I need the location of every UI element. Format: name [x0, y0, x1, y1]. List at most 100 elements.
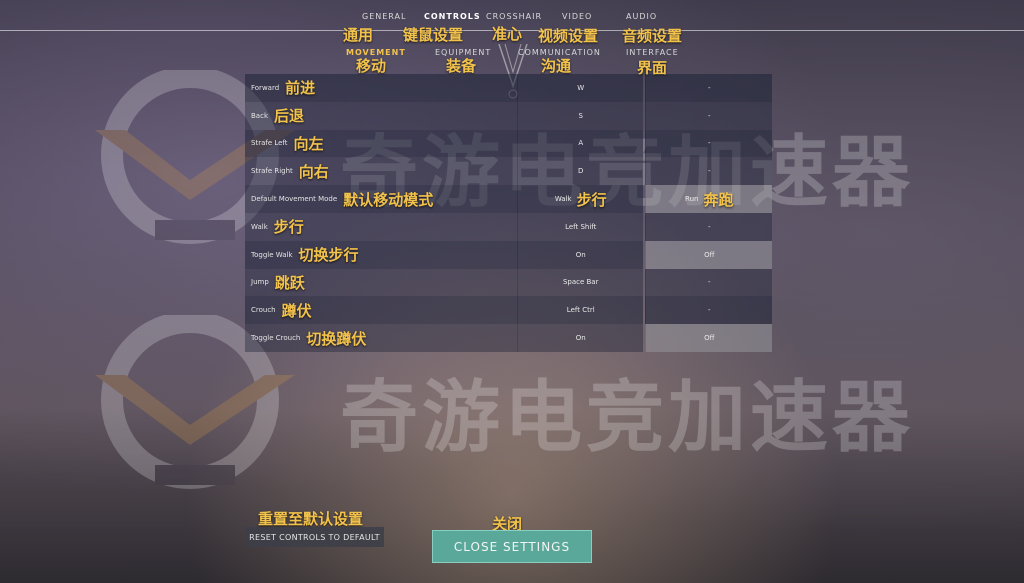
binding-label: Jump	[251, 278, 269, 287]
table-row: Jump 跳跃 Space Bar -	[245, 268, 772, 297]
subtab-movement-cn: 移动	[356, 57, 387, 75]
primary-key-value-cn: 步行	[576, 190, 607, 209]
binding-name: Strafe Right 向右	[245, 157, 517, 186]
binding-name: Toggle Crouch 切换蹲伏	[245, 324, 517, 352]
secondary-key-value: -	[707, 111, 711, 120]
reset-controls-button[interactable]: RESET CONTROLS TO DEFAULT	[245, 527, 384, 547]
subtab-equipment-cn: 装备	[446, 57, 477, 75]
secondary-key-slot[interactable]: -	[645, 268, 772, 297]
watermark-text: 奇游电竞加速器	[340, 373, 915, 463]
secondary-key-value: -	[707, 278, 711, 287]
secondary-key-value: -	[707, 139, 711, 148]
tab-general[interactable]: GENERAL	[362, 12, 406, 21]
secondary-key-value: Off	[704, 250, 715, 259]
table-row: Strafe Left 向左 A -	[245, 129, 772, 158]
table-row: Back 后退 S -	[245, 101, 772, 130]
tab-controls[interactable]: CONTROLS	[424, 12, 481, 21]
primary-key-slot[interactable]: W	[516, 74, 644, 102]
primary-key-slot[interactable]: A	[516, 129, 644, 158]
primary-key-value: Left Ctrl	[566, 306, 595, 315]
binding-label: Toggle Walk	[251, 250, 293, 259]
binding-label-cn: 跳跃	[274, 273, 305, 292]
binding-label-cn: 向左	[293, 134, 324, 153]
binding-label: Back	[251, 111, 268, 120]
binding-label-cn: 向右	[298, 162, 329, 181]
primary-key-value: S	[578, 111, 583, 120]
toggle-crouch-off-option[interactable]: Off	[645, 324, 772, 352]
primary-key-value: Space Bar	[562, 278, 599, 287]
secondary-key-slot[interactable]: -	[645, 212, 772, 241]
secondary-key-value: Run	[685, 195, 699, 204]
secondary-key-value: -	[707, 83, 711, 92]
binding-label: Crouch	[251, 306, 276, 315]
secondary-key-value: -	[707, 167, 711, 176]
table-row: Forward 前进 W -	[245, 74, 772, 102]
binding-label-cn: 切换蹲伏	[306, 329, 367, 348]
table-row: Crouch 蹲伏 Left Ctrl -	[245, 296, 772, 325]
binding-label: Strafe Right	[251, 167, 293, 176]
tab-controls-cn: 键鼠设置	[403, 26, 464, 44]
primary-key-value: W	[577, 83, 585, 92]
tab-crosshair[interactable]: CROSSHAIR	[486, 12, 542, 21]
binding-name: Walk 步行	[245, 212, 517, 241]
binding-label: Forward	[251, 83, 280, 92]
tab-crosshair-cn: 准心	[492, 25, 523, 43]
secondary-key-value: Off	[704, 334, 715, 343]
binding-label: Toggle Crouch	[251, 334, 301, 343]
reset-label-cn: 重置至默认设置	[258, 510, 364, 528]
close-settings-button[interactable]: CLOSE SETTINGS	[432, 530, 592, 563]
toggle-crouch-on-option[interactable]: On	[516, 324, 644, 352]
binding-name: Default Movement Mode 默认移动模式	[245, 185, 517, 213]
toggle-walk-off-option[interactable]: Off	[645, 240, 772, 269]
secondary-key-value-cn: 奔跑	[703, 190, 734, 209]
tab-audio-cn: 音频设置	[622, 27, 683, 45]
secondary-key-slot[interactable]: -	[645, 129, 772, 158]
subtab-communication-cn: 沟通	[541, 57, 572, 75]
secondary-key-slot[interactable]: -	[645, 101, 772, 130]
primary-key-slot[interactable]: D	[516, 157, 644, 186]
secondary-key-value: -	[707, 306, 711, 315]
tab-video-cn: 视频设置	[538, 27, 599, 45]
secondary-key-slot[interactable]: -	[645, 74, 772, 102]
primary-key-value: Left Shift	[565, 222, 597, 231]
binding-label-cn: 前进	[285, 79, 316, 98]
binding-label: Walk	[251, 222, 268, 231]
primary-key-value: On	[575, 250, 586, 259]
tab-audio[interactable]: AUDIO	[626, 12, 657, 21]
primary-key-slot[interactable]: S	[516, 101, 644, 130]
toggle-walk-on-option[interactable]: On	[516, 240, 644, 269]
binding-name: Jump 跳跃	[245, 268, 517, 297]
binding-label: Default Movement Mode	[251, 195, 338, 204]
table-row: Toggle Walk 切换步行 On Off	[245, 240, 772, 269]
keybind-table: Forward 前进 W - Back 后退 S - Strafe Left 向…	[245, 74, 772, 352]
binding-label-cn: 切换步行	[298, 246, 359, 265]
primary-key-value: On	[575, 334, 586, 343]
tab-general-cn: 通用	[343, 26, 374, 44]
binding-label-cn: 后退	[274, 107, 305, 126]
table-row: Default Movement Mode 默认移动模式 Walk 步行 Run…	[245, 185, 772, 213]
tab-video[interactable]: VIDEO	[562, 12, 592, 21]
table-row: Toggle Crouch 切换蹲伏 On Off	[245, 324, 772, 352]
binding-name: Toggle Walk 切换步行	[245, 240, 517, 269]
movement-mode-walk-option[interactable]: Walk 步行	[516, 185, 644, 213]
secondary-key-slot[interactable]: -	[645, 296, 772, 325]
binding-label-cn: 步行	[273, 218, 304, 237]
secondary-key-slot[interactable]: -	[645, 157, 772, 186]
secondary-key-value: -	[707, 222, 711, 231]
binding-name: Strafe Left 向左	[245, 129, 517, 158]
primary-key-value: A	[578, 139, 584, 148]
binding-name: Crouch 蹲伏	[245, 296, 517, 325]
table-row: Walk 步行 Left Shift -	[245, 212, 772, 241]
primary-key-slot[interactable]: Space Bar	[516, 268, 644, 297]
binding-label: Strafe Left	[251, 139, 288, 148]
primary-key-value: Walk	[554, 195, 572, 204]
subtab-interface[interactable]: INTERFACE	[626, 48, 679, 57]
binding-name: Back 后退	[245, 101, 517, 130]
binding-label-cn: 蹲伏	[281, 301, 312, 320]
table-row: Strafe Right 向右 D -	[245, 157, 772, 186]
primary-key-value: D	[578, 167, 584, 176]
primary-key-slot[interactable]: Left Ctrl	[516, 296, 644, 325]
primary-key-slot[interactable]: Left Shift	[516, 212, 644, 241]
movement-mode-run-option[interactable]: Run 奔跑	[645, 185, 772, 213]
binding-name: Forward 前进	[245, 74, 517, 102]
